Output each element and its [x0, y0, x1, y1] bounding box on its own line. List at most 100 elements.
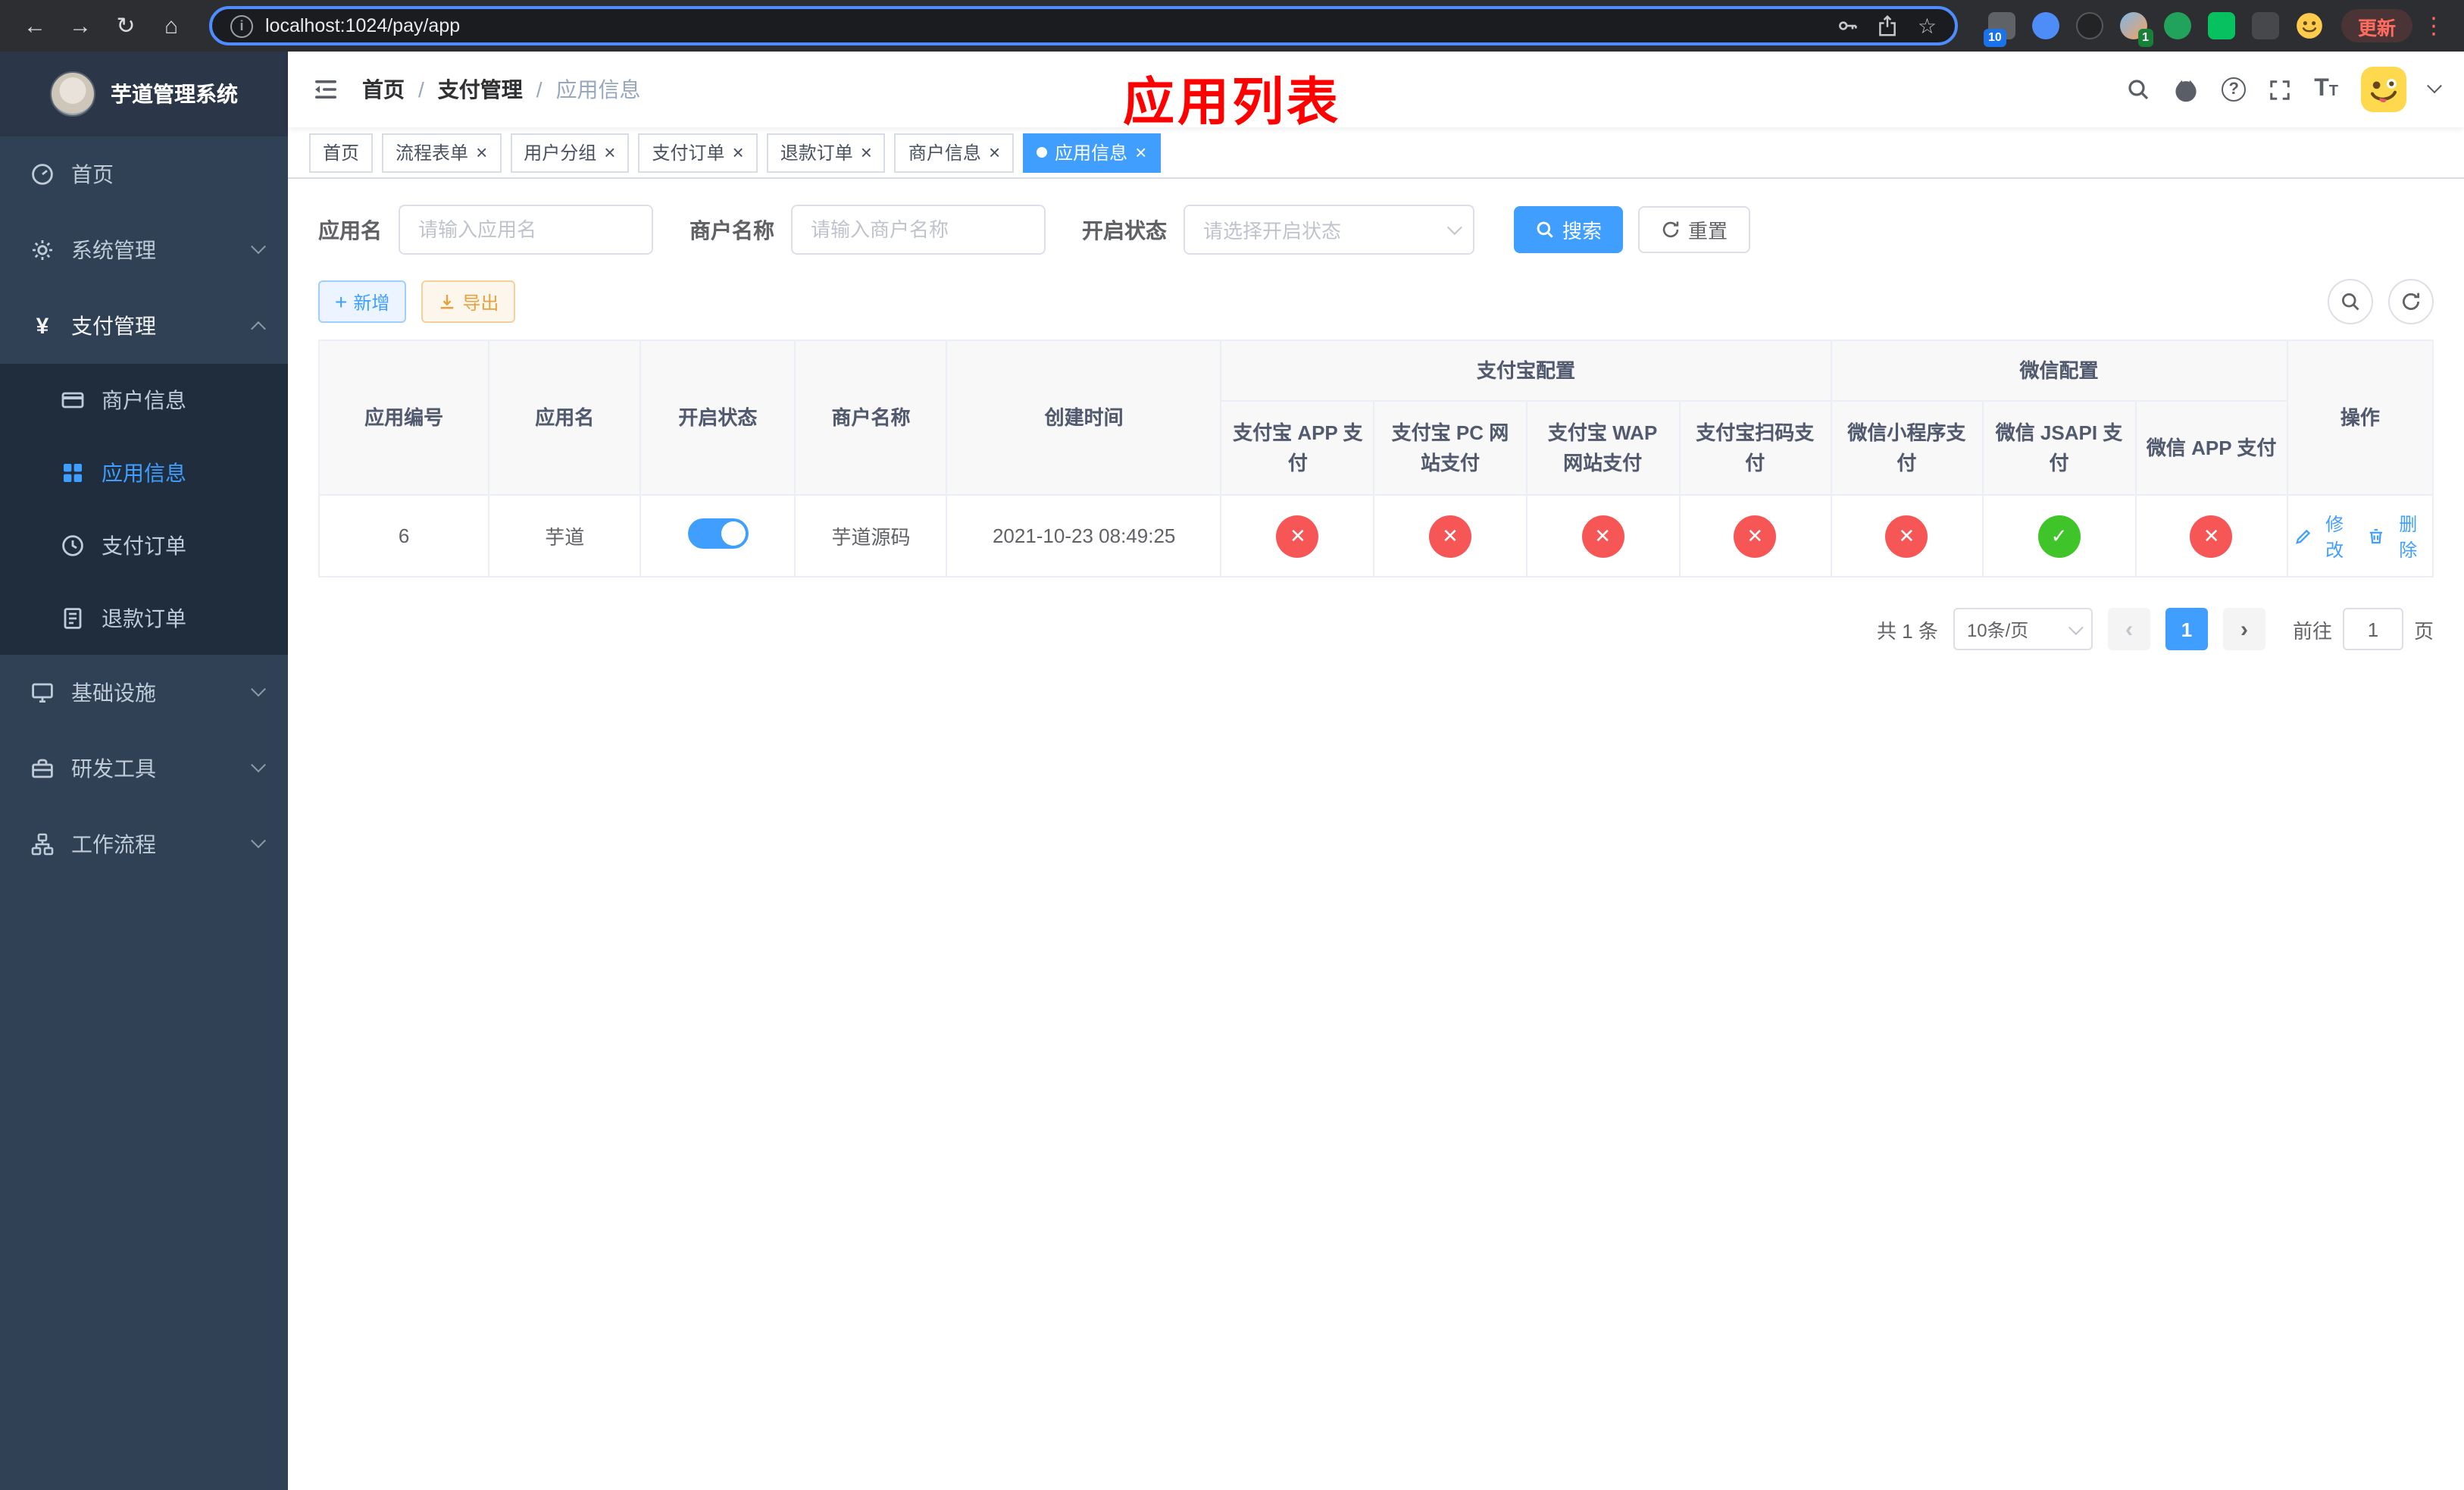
user-avatar[interactable] [2361, 67, 2406, 112]
extensions-area: 10 1 [1983, 12, 2323, 47]
tab-refund-orders[interactable]: 退款订单 × [766, 133, 886, 172]
grid-icon [61, 461, 85, 485]
tab-close-icon[interactable]: × [733, 142, 744, 162]
sidebar-item-app-info[interactable]: 应用信息 [0, 437, 288, 509]
extension-icon[interactable] [2207, 12, 2235, 39]
home-icon[interactable]: ⌂ [152, 6, 191, 45]
site-info-icon[interactable]: i [230, 14, 253, 37]
back-icon[interactable]: ← [15, 6, 55, 45]
tab-process-form[interactable]: 流程表单 × [382, 133, 502, 172]
status-select[interactable]: 请选择开启状态 [1184, 205, 1474, 255]
page-number-button[interactable]: 1 [2165, 608, 2208, 650]
config-status-icon: ✓ [2037, 515, 2081, 557]
tab-close-icon[interactable]: × [861, 142, 872, 162]
col-merchant: 商户名称 [794, 340, 948, 496]
sidebar-item-dev-tools[interactable]: 研发工具 [0, 731, 288, 806]
page-size-select[interactable]: 10条/页 [1953, 608, 2093, 650]
edit-link[interactable]: 修改 [2294, 510, 2353, 562]
chevron-down-icon [251, 756, 266, 772]
prev-page-button[interactable]: ‹ [2107, 608, 2150, 650]
sidebar-item-merchant-info[interactable]: 商户信息 [0, 364, 288, 437]
tab-pay-orders[interactable]: 支付订单 × [638, 133, 758, 172]
sidebar-item-label: 应用信息 [102, 461, 186, 485]
sidebar-item-infrastructure[interactable]: 基础设施 [0, 655, 288, 731]
toggle-search-button[interactable] [2328, 279, 2373, 324]
font-size-icon[interactable]: TT [2314, 77, 2338, 102]
avatar-caret-icon[interactable] [2427, 77, 2442, 93]
help-icon[interactable]: ? [2222, 77, 2247, 102]
sidebar-toggle-icon[interactable] [312, 76, 339, 103]
cell-wechat-jsapi: ✓ [1981, 494, 2137, 578]
col-app-name: 应用名 [488, 340, 642, 496]
config-status-icon: ✕ [1276, 515, 1319, 557]
fullscreen-icon[interactable] [2269, 78, 2291, 101]
logo-image [50, 71, 95, 117]
tab-home[interactable]: 首页 [309, 133, 374, 172]
add-button[interactable]: + 新增 [318, 280, 407, 323]
col-wechat-mini: 微信小程序支付 [1830, 400, 1984, 496]
extension-icon[interactable] [2163, 12, 2191, 39]
cell-alipay-app: ✕ [1220, 494, 1375, 578]
table-toolbar: + 新增 导出 [318, 279, 2434, 324]
sidebar-item-label: 研发工具 [71, 756, 156, 781]
pagination-total: 共 1 条 [1877, 619, 1938, 642]
page-content: 应用名 商户名称 开启状态 请选择开启状态 [288, 179, 2464, 1490]
tab-close-icon[interactable]: × [476, 142, 487, 162]
merchant-name-label: 商户名称 [689, 218, 774, 242]
sidebar-item-system[interactable]: 系统管理 [0, 212, 288, 288]
browser-menu-icon[interactable]: ⋮ [2419, 12, 2449, 39]
extension-icon[interactable]: 10 [1983, 12, 2015, 47]
export-button[interactable]: 导出 [421, 280, 516, 323]
tab-close-icon[interactable]: × [989, 142, 1000, 162]
refresh-button[interactable] [2388, 279, 2434, 324]
app-name-label: 应用名 [318, 218, 382, 242]
tab-close-icon[interactable]: × [1135, 142, 1146, 162]
breadcrumb-item[interactable]: 支付管理 [438, 74, 523, 105]
reload-icon[interactable]: ↻ [106, 6, 145, 45]
browser-update-button[interactable]: 更新 [2340, 9, 2412, 42]
cell-wechat-app: ✕ [2134, 494, 2288, 578]
tab-app-info[interactable]: 应用信息 × [1023, 133, 1161, 172]
password-key-icon[interactable] [1837, 15, 1859, 36]
goto-page-input[interactable] [2342, 608, 2403, 650]
search-button[interactable]: 搜索 [1514, 206, 1624, 253]
col-group-alipay: 支付宝配置 [1220, 340, 1832, 402]
profile-avatar-icon[interactable]: 1 [2119, 12, 2153, 47]
config-status-icon: ✕ [1428, 515, 1471, 557]
github-icon[interactable] [2173, 77, 2199, 102]
search-icon[interactable] [2126, 77, 2150, 102]
merchant-name-input[interactable] [791, 205, 1046, 255]
sidebar-item-refund-orders[interactable]: 退款订单 [0, 582, 288, 655]
forward-icon[interactable]: → [61, 6, 100, 45]
workflow-icon [30, 832, 55, 856]
app-frame: 芋道管理系统 首页 系统管理 ¥ 支付管理 商户信息 应用信息 支付订单 退款订… [0, 52, 2464, 1490]
browser-toolbar: ← → ↻ ⌂ i localhost:1024/pay/app ☆ 10 1 [0, 0, 2464, 52]
bookmark-star-icon[interactable]: ☆ [1918, 15, 1937, 36]
breadcrumb: 首页 / 支付管理 / 应用信息 [362, 74, 641, 105]
extensions-puzzle-icon[interactable] [2251, 12, 2279, 39]
extension-icon[interactable] [2075, 12, 2103, 39]
sidebar-item-home[interactable]: 首页 [0, 136, 288, 212]
next-page-button[interactable]: › [2222, 608, 2265, 650]
app-name-input[interactable] [399, 205, 653, 255]
tab-user-group[interactable]: 用户分组 × [510, 133, 630, 172]
sidebar-logo[interactable]: 芋道管理系统 [0, 52, 288, 136]
url-bar[interactable]: i localhost:1024/pay/app ☆ [209, 6, 1958, 45]
extension-icon[interactable] [2031, 12, 2059, 39]
plus-icon: + [335, 290, 348, 314]
top-navbar: 首页 / 支付管理 / 应用信息 ? TT [288, 52, 2464, 127]
cell-created: 2021-10-23 08:49:25 [946, 494, 1222, 578]
share-icon[interactable] [1878, 15, 1898, 36]
breadcrumb-item-current: 应用信息 [555, 77, 641, 102]
delete-link[interactable]: 删除 [2368, 510, 2426, 562]
tab-merchant-info[interactable]: 商户信息 × [894, 133, 1015, 172]
sidebar-item-pay-orders[interactable]: 支付订单 [0, 509, 288, 582]
tab-close-icon[interactable]: × [604, 142, 615, 162]
sidebar-item-workflow[interactable]: 工作流程 [0, 806, 288, 882]
sidebar-item-payment[interactable]: ¥ 支付管理 [0, 288, 288, 364]
breadcrumb-item[interactable]: 首页 [362, 74, 405, 105]
reset-button[interactable]: 重置 [1638, 206, 1751, 253]
emoji-extension-icon[interactable] [2296, 12, 2323, 39]
status-toggle[interactable] [687, 518, 749, 549]
sidebar-item-label: 支付订单 [102, 534, 186, 558]
